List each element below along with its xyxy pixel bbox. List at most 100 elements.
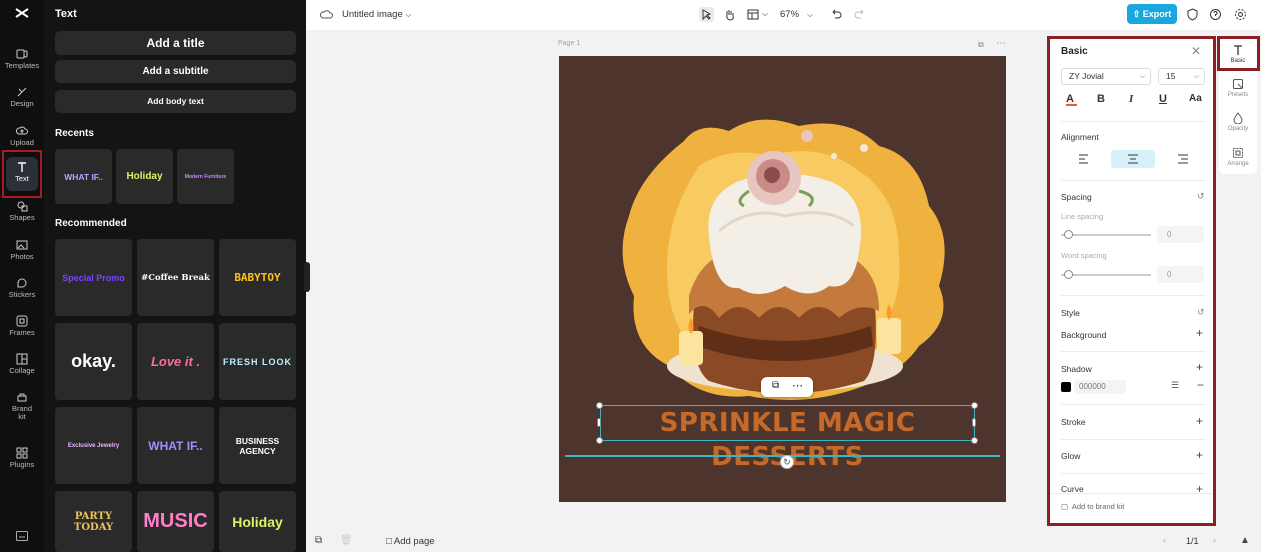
rail-item-photos[interactable]: Photos	[2, 235, 42, 273]
add-background-icon[interactable]: +	[1196, 326, 1203, 340]
plugins-grid-icon	[16, 447, 28, 459]
align-left-button[interactable]	[1061, 150, 1105, 168]
rail-item-stickers[interactable]: Stickers	[2, 273, 42, 311]
word-spacing-knob[interactable]	[1064, 270, 1073, 279]
text-t-icon	[1234, 45, 1242, 55]
layers-icon[interactable]: ▲	[1240, 535, 1250, 546]
rail-item-label: Frames	[9, 328, 35, 337]
redo-icon[interactable]	[852, 7, 867, 22]
reset-spacing-icon[interactable]: ↺	[1197, 191, 1205, 202]
tab-presets[interactable]: Presets	[1219, 78, 1257, 98]
add-title-button[interactable]: Add a title	[55, 31, 296, 55]
resize-handle[interactable]	[972, 418, 976, 427]
layout-chevron-icon[interactable]: ⌵	[762, 9, 768, 19]
add-to-brand-kit-button[interactable]: ▢ Add to brand kit	[1061, 502, 1124, 511]
line-spacing-input[interactable]: 0	[1157, 226, 1204, 243]
recent-template[interactable]: Holiday	[116, 149, 173, 204]
capcut-logo-icon[interactable]	[14, 6, 30, 23]
line-spacing-slider[interactable]	[1061, 234, 1151, 236]
cloud-save-icon[interactable]	[320, 8, 333, 21]
recommended-template[interactable]: FRESH LOOK	[219, 323, 296, 400]
word-spacing-input[interactable]: 0	[1157, 266, 1204, 283]
recommended-template[interactable]: #Coffee Break	[137, 239, 214, 316]
line-spacing-knob[interactable]	[1064, 230, 1073, 239]
add-glow-icon[interactable]: +	[1196, 448, 1203, 462]
document-name[interactable]: Untitled image ⌵	[342, 9, 411, 20]
add-subtitle-button[interactable]: Add a subtitle	[55, 60, 296, 83]
shield-icon[interactable]	[1185, 7, 1200, 22]
pages-icon[interactable]: ⧉	[315, 535, 322, 546]
recent-template[interactable]: WHAT IF..	[55, 149, 112, 204]
font-family-select[interactable]: ZY Jovial ⌵	[1061, 68, 1151, 85]
export-button[interactable]: ⇧ Export	[1127, 4, 1177, 24]
resize-handle[interactable]	[597, 418, 601, 427]
more-options-icon[interactable]: ⋯	[792, 379, 803, 392]
recommended-template[interactable]: WHAT IF..	[137, 407, 214, 484]
recommended-template[interactable]: Exclusive Jewelry	[55, 407, 132, 484]
rail-item-shapes[interactable]: Shapes	[2, 196, 42, 234]
rotate-handle-icon[interactable]: ↻	[780, 455, 794, 469]
rail-item-templates[interactable]: Templates	[2, 44, 42, 82]
panel-title: Text	[55, 8, 77, 20]
shadow-color-input[interactable]: 000000	[1074, 380, 1126, 394]
more-options-icon[interactable]: ⋯	[996, 38, 1006, 49]
tab-basic[interactable]: Basic	[1219, 44, 1257, 64]
shadow-settings-icon[interactable]: ☰	[1171, 380, 1179, 391]
layout-frame-icon[interactable]	[746, 7, 761, 22]
text-color-icon[interactable]: A	[1066, 93, 1077, 106]
next-page-icon[interactable]: ›	[1213, 535, 1216, 545]
select-pointer-icon[interactable]	[699, 7, 714, 22]
recommended-template[interactable]: PARTY TODAY	[55, 491, 132, 552]
duplicate-page-icon[interactable]: ⧉	[978, 40, 984, 50]
recommended-template[interactable]: BABYTOY	[219, 239, 296, 316]
align-center-button[interactable]	[1111, 150, 1155, 168]
bold-icon[interactable]: B	[1097, 93, 1105, 105]
recent-template[interactable]: Modern Furniture	[177, 149, 234, 204]
font-size-select[interactable]: 15 ⌵	[1158, 68, 1205, 85]
panel-collapse-handle[interactable]	[304, 262, 310, 292]
resize-handle[interactable]	[971, 402, 978, 409]
rail-item-design[interactable]: Design	[2, 82, 42, 120]
add-to-brand-kit-label: Add to brand kit	[1071, 502, 1125, 511]
prev-page-icon[interactable]: ‹	[1163, 535, 1166, 545]
word-spacing-slider[interactable]	[1061, 274, 1151, 276]
opacity-drop-icon	[1233, 112, 1243, 124]
undo-icon[interactable]	[829, 7, 844, 22]
align-right-button[interactable]	[1161, 150, 1205, 168]
rail-item-collage[interactable]: Collage	[2, 349, 42, 387]
zoom-level[interactable]: 67% ⌵	[780, 9, 813, 20]
reset-style-icon[interactable]: ↺	[1197, 307, 1205, 318]
resize-handle[interactable]	[596, 437, 603, 444]
rail-item-plugins[interactable]: Plugins	[2, 443, 42, 481]
italic-icon[interactable]: I	[1129, 93, 1133, 105]
recommended-template[interactable]: BUSINESS AGENCY	[219, 407, 296, 484]
underline-icon[interactable]: U	[1159, 93, 1167, 105]
text-case-icon[interactable]: Aa	[1189, 93, 1202, 104]
hand-pan-icon[interactable]	[722, 7, 737, 22]
keyboard-icon[interactable]	[16, 531, 28, 544]
duplicate-icon[interactable]: ⧉	[772, 380, 779, 391]
close-icon[interactable]: ✕	[1191, 44, 1201, 58]
shadow-color-swatch[interactable]	[1061, 382, 1071, 392]
add-stroke-icon[interactable]: +	[1196, 414, 1203, 428]
recommended-template[interactable]: Love it .	[137, 323, 214, 400]
remove-shadow-icon[interactable]: −	[1197, 378, 1204, 392]
add-page-label: Add page	[393, 536, 435, 547]
add-page-button[interactable]: □ Add page	[386, 536, 435, 547]
resize-handle[interactable]	[596, 402, 603, 409]
tab-arrange[interactable]: Arrange	[1219, 147, 1257, 167]
recommended-template[interactable]: Holiday	[219, 491, 296, 552]
rail-item-brand-kit[interactable]: Brand kit	[2, 387, 42, 425]
recommended-template[interactable]: okay.	[55, 323, 132, 400]
help-icon[interactable]	[1208, 7, 1223, 22]
tab-label: Presets	[1227, 92, 1249, 98]
add-body-text-button[interactable]: Add body text	[55, 90, 296, 113]
rail-item-frames[interactable]: Frames	[2, 311, 42, 349]
trash-icon[interactable]: 🗑	[340, 535, 353, 546]
tab-opacity[interactable]: Opacity	[1219, 112, 1257, 132]
add-shadow-icon[interactable]: +	[1196, 360, 1203, 374]
recommended-template[interactable]: MUSIC	[137, 491, 214, 552]
resize-handle[interactable]	[971, 437, 978, 444]
settings-gear-icon[interactable]	[1233, 7, 1248, 22]
recommended-template[interactable]: Special Promo	[55, 239, 132, 316]
